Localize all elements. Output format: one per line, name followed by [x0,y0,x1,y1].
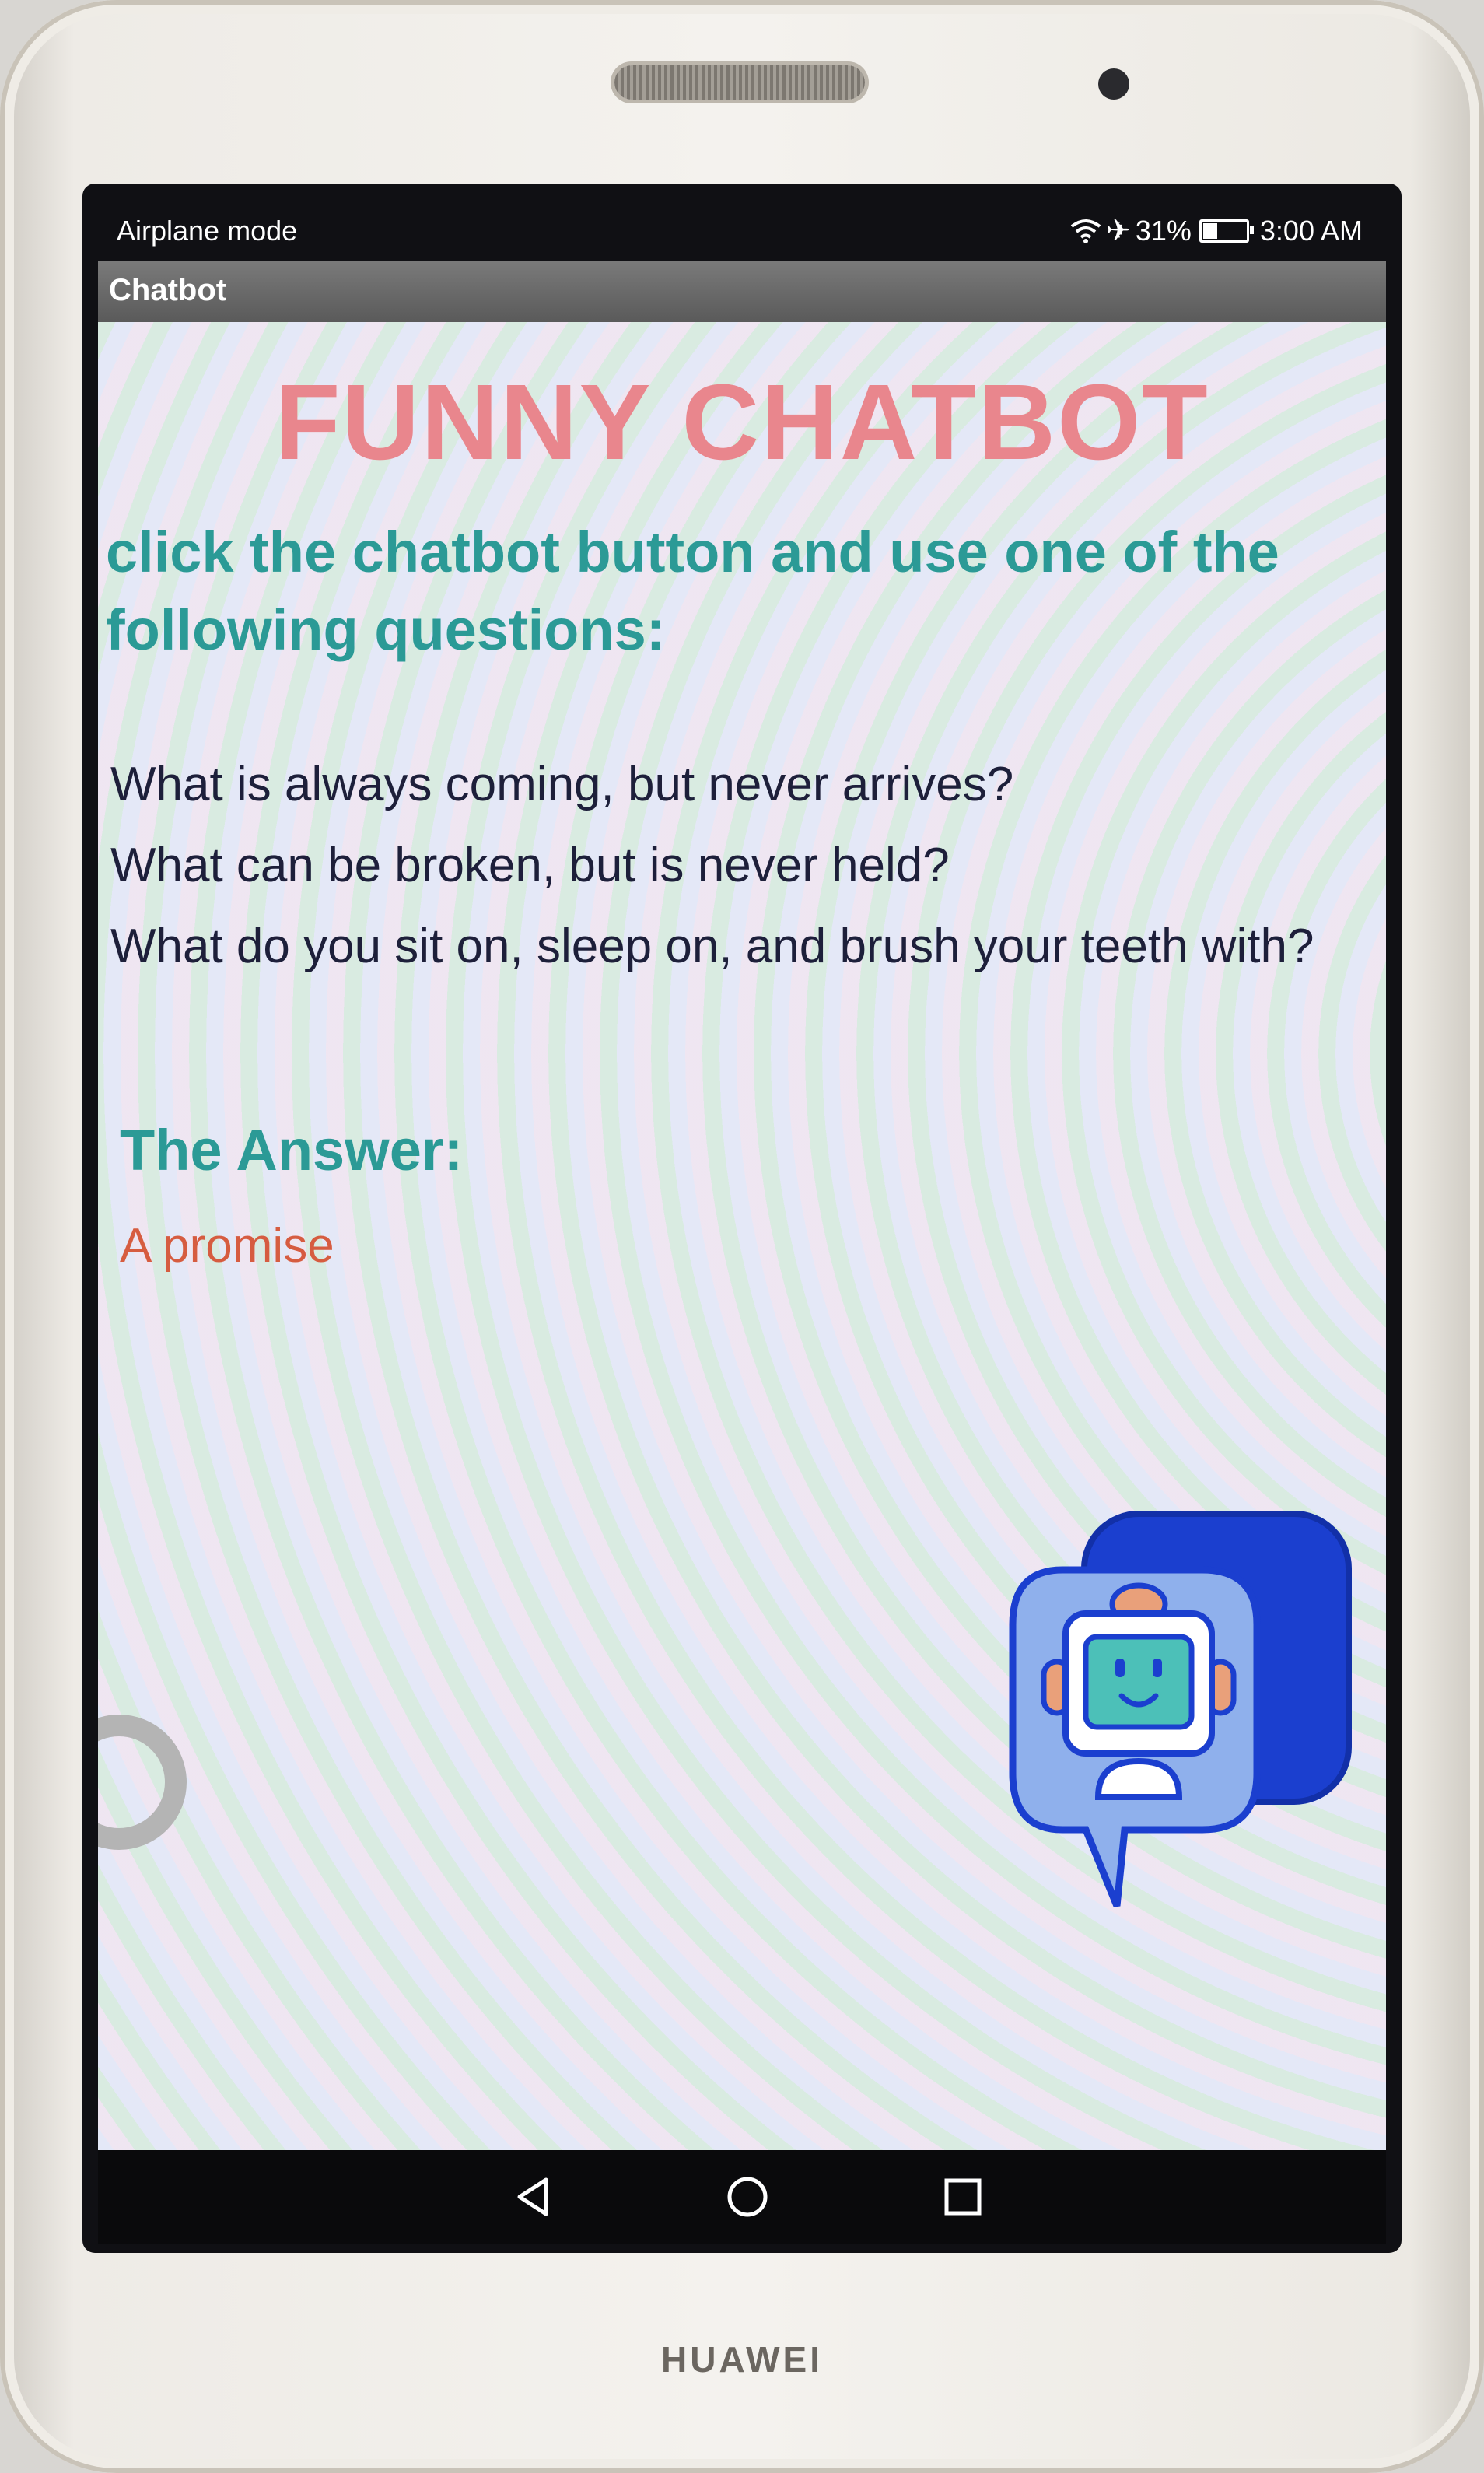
home-icon[interactable] [724,2174,771,2220]
answer-text: A promise [120,1219,334,1273]
battery-icon [1199,219,1254,243]
status-bar: Airplane mode ✈ 31% 3:00 AM [82,204,1386,258]
instruction-text: click the chatbot button and use one of … [106,520,1279,662]
chatbot-button[interactable] [1008,1509,1358,1945]
chatbot-robot-icon [1009,1511,1352,1907]
airplane-icon: ✈ [1106,215,1131,247]
back-icon[interactable] [510,2174,557,2220]
wifi-icon [1070,219,1101,243]
question-list: What is always coming, but never arrives… [110,754,1370,997]
status-airplane-mode-text: Airplane mode [117,215,298,247]
app-screen: FUNNY CHATBOT click the chatbot button a… [98,322,1386,2150]
status-time: 3:00 AM [1259,214,1363,247]
status-right-group: ✈ 31% 3:00 AM [1070,213,1363,248]
question-item: What is always coming, but never arrives… [110,758,1014,811]
question-item: What can be broken, but is never held? [110,839,950,892]
front-camera [1098,68,1129,100]
answer-label: The Answer: [120,1118,464,1182]
app-bar: Chatbot [98,261,1386,322]
battery-percent: 31% [1135,214,1192,247]
loading-ring-icon [98,1715,187,1850]
app-bar-title: Chatbot [109,273,227,307]
speaker-grille [614,65,865,100]
device-brand-logo: HUAWEI [661,2339,823,2380]
recents-icon[interactable] [940,2174,986,2220]
question-item: What do you sit on, sleep on, and brush … [110,919,1314,973]
page-title: FUNNY CHATBOT [275,363,1209,482]
navigation-bar [98,2150,1386,2244]
